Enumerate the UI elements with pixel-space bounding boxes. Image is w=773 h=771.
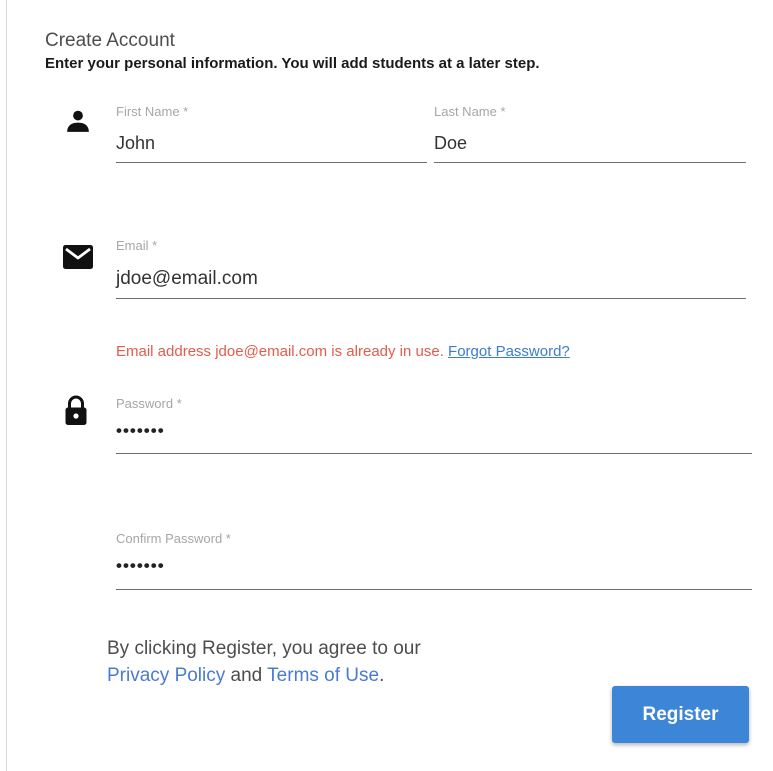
confirm-password-underline (116, 589, 752, 590)
page-title: Create Account (45, 30, 175, 51)
agreement-and: and (230, 665, 263, 686)
page-subtitle: Enter your personal information. You wil… (45, 55, 540, 72)
agreement-period: . (379, 665, 385, 686)
email-error-message: Email address jdoe@email.com is already … (116, 343, 570, 360)
person-icon (67, 110, 89, 132)
agreement-text: By clicking Register, you agree to our (107, 638, 421, 659)
agreement-links: Privacy Policy and Terms of Use. (107, 662, 421, 689)
last-name-field[interactable]: Last Name * Doe (434, 104, 746, 166)
terms-of-use-link[interactable]: Terms of Use (267, 665, 379, 686)
email-error-text: Email address jdoe@email.com is already … (116, 343, 444, 360)
password-field[interactable]: Password * ••••••• (116, 396, 752, 458)
register-button[interactable]: Register (612, 686, 749, 743)
password-value[interactable]: ••••••• (116, 421, 165, 441)
last-name-underline (434, 162, 746, 163)
password-label: Password * (116, 396, 182, 411)
envelope-icon (63, 245, 93, 269)
privacy-policy-link[interactable]: Privacy Policy (107, 665, 225, 686)
email-value[interactable]: jdoe@email.com (116, 268, 258, 290)
last-name-label: Last Name * (434, 104, 506, 119)
terms-agreement: By clicking Register, you agree to our P… (107, 635, 421, 689)
confirm-password-label: Confirm Password * (116, 531, 231, 546)
confirm-password-field[interactable]: Confirm Password * ••••••• (116, 531, 752, 593)
lock-icon (65, 395, 87, 425)
email-field[interactable]: Email * jdoe@email.com (116, 238, 746, 302)
left-divider (6, 0, 7, 771)
first-name-value[interactable]: John (116, 133, 155, 154)
first-name-underline (116, 162, 427, 163)
forgot-password-link[interactable]: Forgot Password? (448, 343, 570, 360)
password-underline (116, 453, 752, 454)
email-label: Email * (116, 238, 158, 253)
last-name-value[interactable]: Doe (434, 133, 467, 154)
confirm-password-value[interactable]: ••••••• (116, 556, 165, 576)
first-name-field[interactable]: First Name * John (116, 104, 427, 166)
first-name-label: First Name * (116, 104, 189, 119)
email-underline (116, 298, 746, 299)
